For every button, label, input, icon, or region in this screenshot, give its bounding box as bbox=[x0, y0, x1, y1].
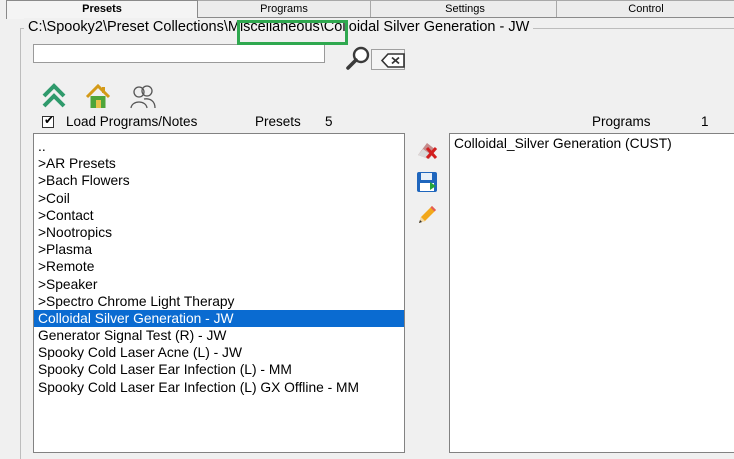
presets-header-label: Presets bbox=[255, 114, 301, 129]
programs-header-label: Programs bbox=[592, 114, 651, 129]
magnifier-icon bbox=[346, 46, 370, 70]
programs-list-items: Colloidal_Silver Generation (CUST) bbox=[450, 134, 734, 152]
list-item-selected[interactable]: Colloidal Silver Generation - JW bbox=[34, 309, 404, 328]
programs-listbox[interactable]: Colloidal_Silver Generation (CUST) bbox=[449, 133, 734, 453]
checkmark-icon: ✔ bbox=[44, 113, 55, 127]
list-item[interactable]: >Plasma bbox=[34, 241, 404, 258]
list-item[interactable]: >Bach Flowers bbox=[34, 172, 404, 189]
list-item[interactable]: .. bbox=[34, 138, 404, 155]
home-icon bbox=[85, 83, 111, 108]
load-programs-label[interactable]: Load Programs/Notes bbox=[66, 114, 197, 129]
list-item[interactable]: Colloidal_Silver Generation (CUST) bbox=[450, 135, 734, 152]
programs-count: 1 bbox=[701, 114, 709, 129]
list-item[interactable]: Spooky Cold Laser Acne (L) - JW bbox=[34, 344, 404, 361]
list-item[interactable]: >AR Presets bbox=[34, 155, 404, 172]
list-item[interactable]: Spooky Cold Laser Ear Infection (L) GX O… bbox=[34, 379, 404, 396]
edit-preset-button[interactable] bbox=[414, 201, 440, 227]
users-outline-icon bbox=[130, 85, 156, 109]
highlight-box bbox=[237, 20, 348, 45]
double-chevron-up-icon bbox=[42, 83, 66, 108]
search-input[interactable] bbox=[33, 44, 325, 63]
list-item[interactable]: >Speaker bbox=[34, 276, 404, 293]
list-item[interactable]: >Remote bbox=[34, 258, 404, 275]
eraser-delete-icon bbox=[418, 143, 438, 160]
presets-listbox[interactable]: .. >AR Presets >Bach Flowers >Coil >Cont… bbox=[33, 133, 405, 453]
navigate-up-button[interactable] bbox=[41, 82, 67, 112]
list-item[interactable]: >Coil bbox=[34, 190, 404, 207]
backspace-clear-icon bbox=[380, 53, 405, 68]
path-suffix: \Colloidal Silver Generation - JW bbox=[319, 19, 530, 35]
tab-presets[interactable]: Presets bbox=[6, 0, 198, 19]
save-preset-button[interactable] bbox=[414, 169, 440, 195]
pencil-edit-icon bbox=[419, 206, 436, 223]
save-disk-icon bbox=[417, 172, 437, 192]
home-button[interactable] bbox=[85, 82, 111, 112]
delete-preset-button[interactable] bbox=[414, 137, 440, 163]
tab-settings[interactable]: Settings bbox=[370, 0, 560, 17]
path-prefix: C:\Spooky2\Preset Collections\ bbox=[28, 19, 228, 35]
presets-list-items: .. >AR Presets >Bach Flowers >Coil >Cont… bbox=[34, 134, 404, 396]
presets-count: 5 bbox=[325, 114, 333, 129]
list-item[interactable]: >Contact bbox=[34, 207, 404, 224]
list-item[interactable]: >Spectro Chrome Light Therapy bbox=[34, 293, 404, 310]
clear-search-button[interactable] bbox=[371, 49, 405, 70]
search-button[interactable] bbox=[336, 44, 370, 71]
list-item[interactable]: Spooky Cold Laser Ear Infection (L) - MM bbox=[34, 361, 404, 378]
list-item[interactable]: Generator Signal Test (R) - JW bbox=[34, 327, 404, 344]
load-programs-checkbox[interactable]: ✔ bbox=[42, 113, 55, 128]
users-button[interactable] bbox=[130, 82, 156, 112]
tab-bar: Presets Programs Settings Control bbox=[6, 0, 734, 19]
tab-control[interactable]: Control bbox=[556, 0, 734, 17]
list-item[interactable]: >Nootropics bbox=[34, 224, 404, 241]
tab-programs[interactable]: Programs bbox=[194, 0, 374, 17]
